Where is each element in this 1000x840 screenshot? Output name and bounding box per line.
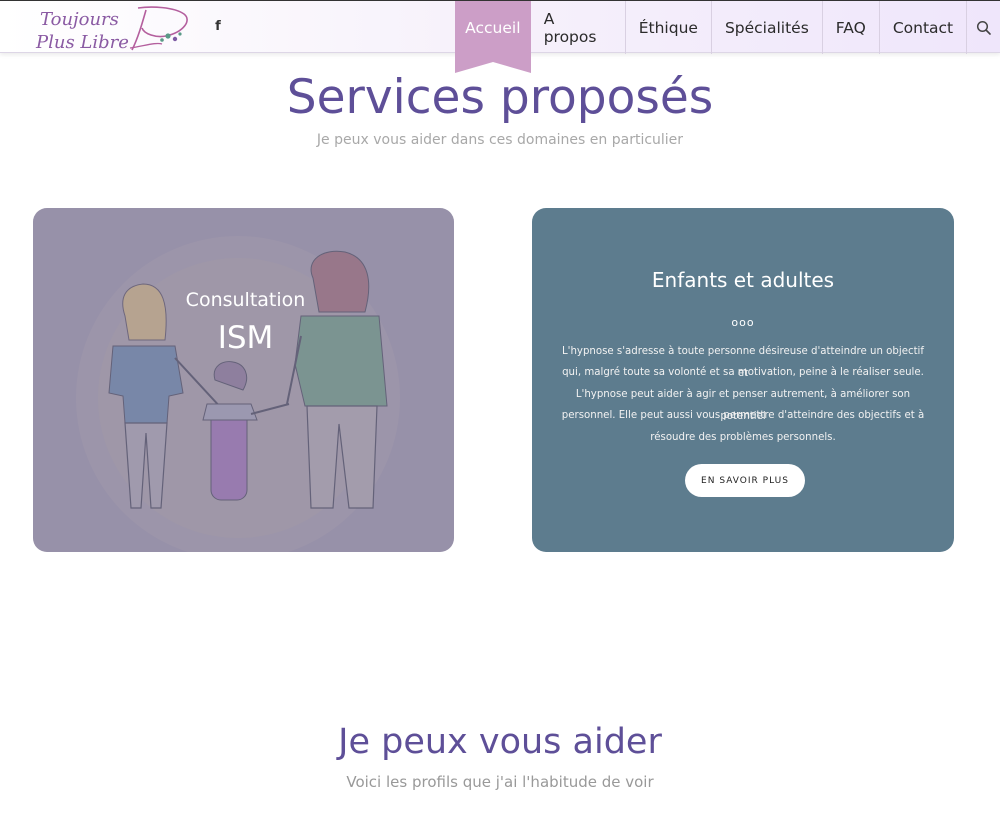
card-right-title: Enfants et adultes [651, 268, 835, 292]
services-subtitle: Je peux vous aider dans ces domaines en … [316, 132, 684, 148]
card-right-line: résoudre des problèmes personnels. [650, 432, 836, 443]
learn-more-button[interactable]: EN SAVOIR PLUS [685, 464, 805, 497]
nav-label: Accueil [465, 18, 521, 37]
card-right-line: personnel. Elle peut aussi vous permettr… [561, 410, 925, 421]
help-subtitle: Voici les profils que j'ai l'habitude de… [346, 773, 654, 791]
active-nav-ribbon [455, 52, 531, 73]
facebook-icon[interactable]: f [211, 18, 225, 36]
nav-label: Éthique [638, 18, 698, 37]
logo-line2: Plus Libre [35, 32, 129, 52]
nav-label: A propos [543, 9, 597, 46]
site-logo[interactable]: Toujours Plus Libre [34, 4, 192, 53]
nav-item-ethique[interactable]: Éthique [624, 1, 711, 54]
nav-label: FAQ [835, 18, 866, 37]
help-title: Je peux vous aider [338, 722, 662, 762]
logo-line1: Toujours [40, 9, 119, 30]
card-right-line: qui, malgré toute sa volonté et sa motiv… [562, 367, 924, 378]
search-icon [976, 20, 991, 35]
site-header: Toujours Plus Libre f Accueil A propos É… [0, 0, 1000, 54]
nav-item-contact[interactable]: Contact [878, 1, 966, 54]
card-left-label: Consultation [185, 289, 306, 311]
nav-item-specialites[interactable]: Spécialités [710, 1, 822, 54]
card-consultation-ism[interactable] [33, 208, 454, 552]
nav-item-a-propos[interactable]: A propos [531, 1, 625, 54]
card-right-dots: ooo [731, 316, 755, 329]
nav-label: Contact [892, 18, 954, 37]
card-left-big-label: ISM [217, 320, 274, 356]
main-nav: Accueil A propos Éthique Spécialités FAQ… [455, 1, 1000, 54]
nav-item-faq[interactable]: FAQ [821, 1, 879, 54]
services-title: Services proposés [286, 70, 714, 125]
nav-item-accueil[interactable]: Accueil [455, 1, 531, 54]
search-button[interactable] [966, 1, 1000, 54]
nav-label: Spécialités [724, 18, 809, 37]
